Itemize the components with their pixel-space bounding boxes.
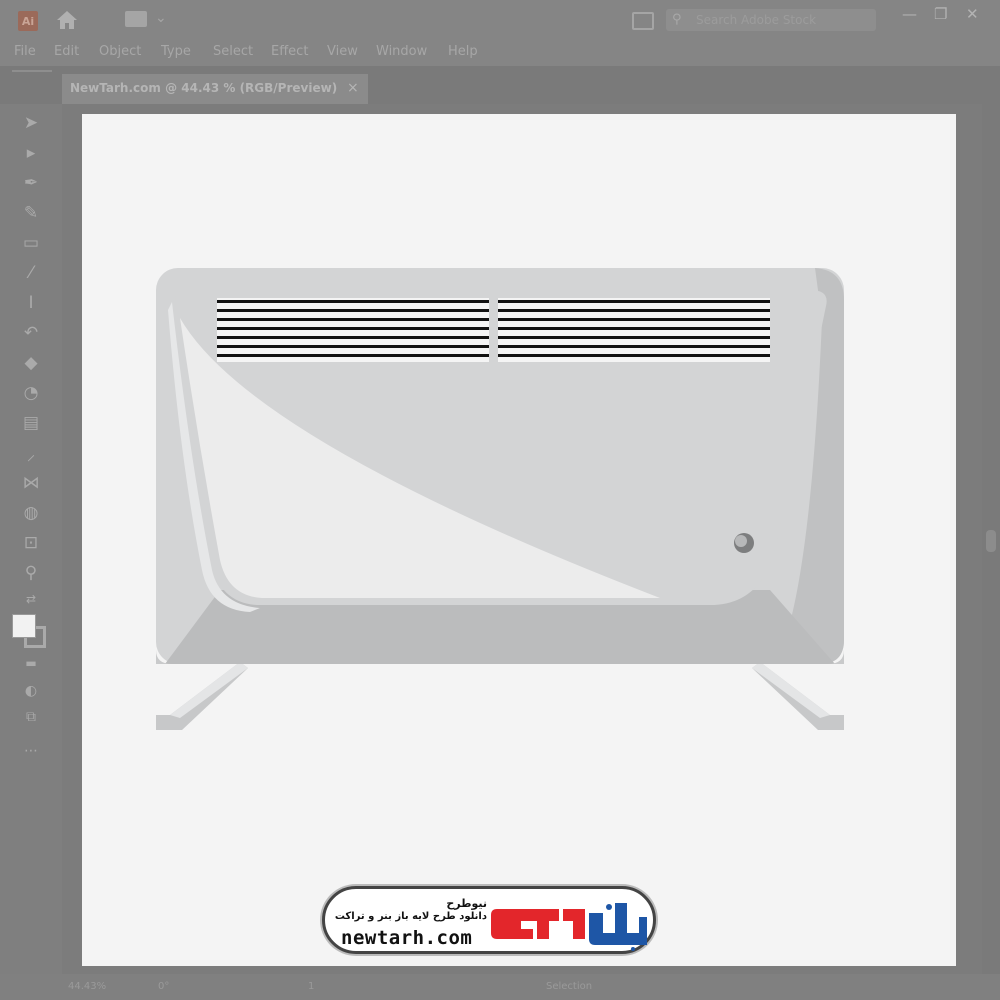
rotation-level[interactable]: 0° [158, 981, 169, 992]
zoom-level[interactable]: 44.43% [68, 981, 106, 992]
left-grille [217, 298, 489, 362]
document-tab-strip: NewTarh.com @ 44.43 % (RGB/Preview) × [0, 66, 1000, 104]
select-icon[interactable]: ➤ [20, 112, 42, 134]
menu-help[interactable]: Help [448, 44, 478, 59]
right-leg-face [752, 662, 830, 718]
home-icon[interactable] [55, 9, 79, 31]
shape-builder-icon[interactable]: ◔ [20, 382, 42, 404]
direct-select-icon[interactable]: ▸ [20, 142, 42, 164]
rectangle-icon[interactable]: ▭ [20, 232, 42, 254]
draw-mode-icon[interactable]: ◐ [20, 680, 42, 702]
menu-type[interactable]: Type [161, 44, 191, 59]
watermark-url: newtarh.com [341, 927, 473, 949]
document-tab-title: NewTarh.com @ 44.43 % (RGB/Preview) [70, 81, 338, 95]
eraser-icon[interactable]: ◆ [20, 352, 42, 374]
heater-knob-highlight [735, 535, 747, 547]
menu-object[interactable]: Object [99, 44, 141, 59]
app-logo: Ai [18, 11, 38, 31]
watermark-badge: نیوطرح دانلود طرح لایه باز بنر و تراکت n… [322, 886, 656, 954]
artboard-navigator[interactable]: 1 [308, 981, 314, 992]
right-grille [498, 298, 770, 362]
watermark-brand: نیوطرح [446, 897, 487, 910]
gradient-icon[interactable]: ▤ [20, 412, 42, 434]
close-window-button[interactable]: ✕ [966, 5, 979, 23]
heater-illustration[interactable] [150, 260, 850, 740]
zoom-icon[interactable]: ⚲ [20, 562, 42, 584]
rotate-icon[interactable]: ↶ [20, 322, 42, 344]
menu-window[interactable]: Window [376, 44, 427, 59]
menu-edit[interactable]: Edit [54, 44, 79, 59]
menu-file[interactable]: File [14, 44, 36, 59]
illustrator-window: Ai ⌄ ⚲ Search Adobe Stock — ❐ ✕ File Edi… [0, 0, 1000, 1000]
search-placeholder: Search Adobe Stock [696, 13, 817, 27]
status-bar: 44.43% 0° 1 Selection [0, 974, 1000, 1000]
newtarh-logo [491, 903, 647, 951]
menu-effect[interactable]: Effect [271, 44, 308, 59]
artboard-icon[interactable]: ⊡ [20, 532, 42, 554]
close-tab-icon[interactable]: × [347, 80, 359, 96]
symbol-sprayer-icon[interactable]: ◍ [20, 502, 42, 524]
workspace-switcher-icon[interactable] [125, 11, 147, 27]
type-icon[interactable]: Ⅰ [20, 292, 42, 314]
curvature-icon[interactable]: ✎ [20, 202, 42, 224]
watermark-tagline: دانلود طرح لایه باز بنر و تراکت [334, 911, 487, 922]
paintbrush-icon[interactable]: ⁄ [20, 262, 42, 284]
document-tab[interactable]: NewTarh.com @ 44.43 % (RGB/Preview) × [62, 74, 368, 104]
left-leg-face [170, 662, 248, 718]
panel-collapse-handle[interactable] [12, 70, 52, 80]
arrange-documents-icon[interactable] [632, 12, 654, 30]
minimize-button[interactable]: — [902, 5, 917, 23]
current-tool-label: Selection [546, 981, 593, 992]
scrollbar-thumb[interactable] [986, 530, 996, 552]
chevron-down-icon[interactable]: ⌄ [155, 10, 167, 26]
title-bar: Ai ⌄ ⚲ Search Adobe Stock — ❐ ✕ [0, 0, 1000, 40]
restore-button[interactable]: ❐ [934, 5, 947, 23]
tools-panel: ➤ ▸ ✒ ✎ ▭ ⁄ Ⅰ ↶ ◆ ◔ ▤ ⸝ ⋈ ◍ ⊡ ⚲ ⇄ ▬ ◐ ⧉ … [0, 104, 62, 974]
fill-color-swatch[interactable] [12, 614, 36, 638]
more-tools-icon[interactable]: ⋯ [20, 740, 42, 762]
swap-colors-icon[interactable]: ⇄ [20, 588, 42, 610]
eyedropper-icon[interactable]: ⸝ [20, 442, 42, 465]
pen-icon[interactable]: ✒ [20, 172, 42, 194]
menu-bar: File Edit Object Type Select Effect View… [0, 40, 1000, 66]
screen-mode-icon[interactable]: ⧉ [20, 706, 42, 728]
menu-select[interactable]: Select [213, 44, 253, 59]
search-icon: ⚲ [672, 12, 682, 27]
menu-view[interactable]: View [327, 44, 358, 59]
search-input[interactable]: ⚲ Search Adobe Stock [666, 9, 876, 31]
color-mode-icon[interactable]: ▬ [20, 652, 42, 674]
blend-icon[interactable]: ⋈ [20, 472, 42, 494]
